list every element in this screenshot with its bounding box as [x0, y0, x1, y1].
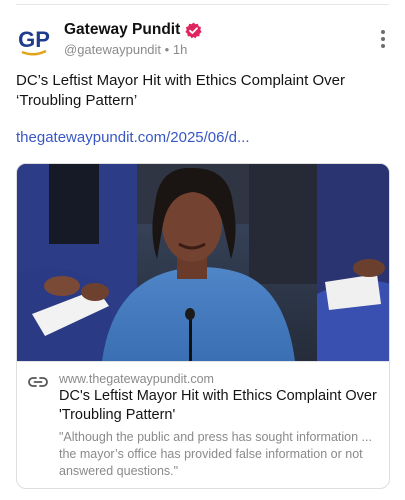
author-meta: @gatewaypundit • 1h [64, 42, 187, 57]
post-header: GP Gateway Pundit @gatewaypundit • 1h [16, 20, 389, 60]
card-title[interactable]: DC's Leftist Mayor Hit with Ethics Compl… [59, 387, 379, 425]
post-text: DC’s Leftist Mayor Hit with Ethics Compl… [16, 72, 345, 109]
card-image[interactable] [17, 164, 389, 361]
top-divider [16, 4, 389, 5]
card-description: "Although the public and press has sough… [59, 430, 372, 478]
link-preview-card[interactable]: www.thegatewaypundit.com DC's Leftist Ma… [16, 163, 390, 489]
verified-badge-icon [185, 22, 202, 39]
card-domain: www.thegatewaypundit.com [59, 372, 214, 386]
post-time[interactable]: 1h [173, 42, 187, 57]
meta-separator: • [164, 42, 170, 57]
avatar[interactable]: GP [16, 23, 52, 59]
link-icon [28, 375, 48, 387]
avatar-logo-text: GP [18, 27, 50, 52]
author-name[interactable]: Gateway Pundit [64, 21, 180, 39]
card-footer[interactable]: www.thegatewaypundit.com DC's Leftist Ma… [17, 361, 389, 488]
post-link[interactable]: thegatewaypundit.com/2025/06/d... [16, 129, 250, 146]
more-vertical-icon[interactable] [379, 30, 387, 50]
author-name-row: Gateway Pundit [64, 21, 202, 39]
author-handle[interactable]: @gatewaypundit [64, 42, 161, 57]
